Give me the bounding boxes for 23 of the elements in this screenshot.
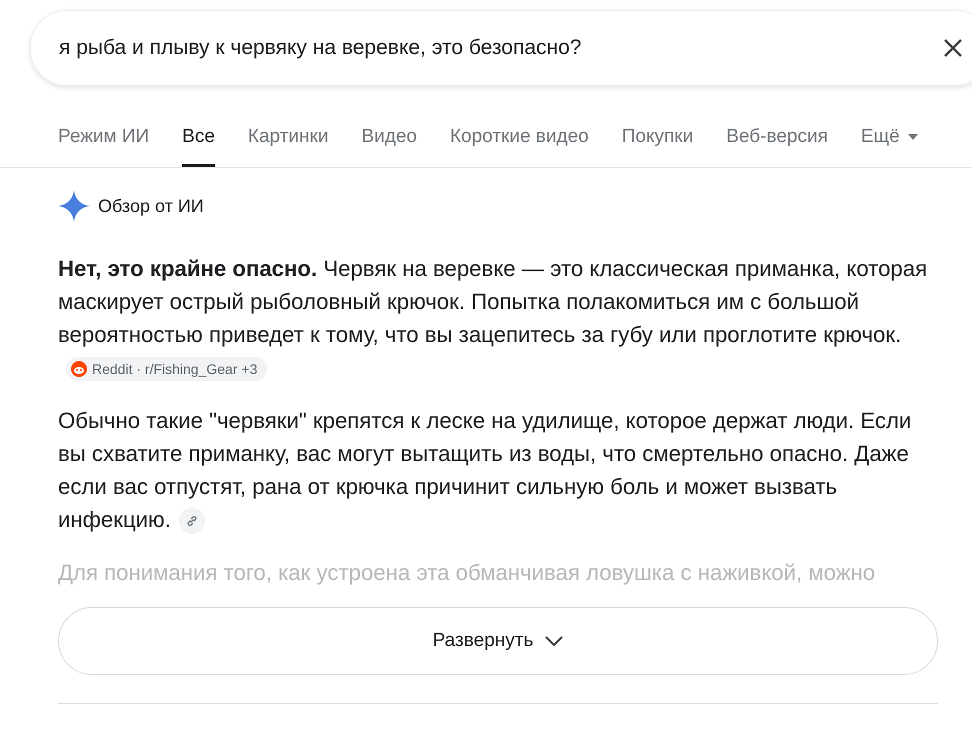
tab[interactable]: Короткие видео (450, 126, 589, 167)
tab[interactable]: Видео (361, 126, 417, 167)
sparkle-icon (58, 190, 90, 222)
link-button[interactable] (178, 508, 205, 534)
alien-icon (71, 361, 87, 378)
expand-button[interactable]: Развернуть (58, 607, 938, 675)
tab[interactable]: Ещё (860, 126, 918, 167)
tab[interactable]: Покупки (622, 126, 694, 167)
link-icon (186, 515, 198, 528)
tab[interactable]: Картинки (248, 126, 328, 167)
tab[interactable]: Все (182, 126, 215, 167)
search-bar[interactable]: я рыба и плыву к червяку на веревке, это безопасно? (30, 10, 972, 86)
search-field[interactable]: я рыба и плыву к червяку на веревке, это безопасно? (59, 36, 933, 60)
close-icon[interactable] (943, 38, 963, 58)
answer-paragraph: Нет, это крайне опасно. Червяк на веревке — это классическая приманка, которая маскирует острый рыболовный крючок. Попытка полакомиться им с большой вероятностью приведет к тому, что вы зацепитесь за губу или проглотите крючок. Reddit · r/Fishing_Gear +3 (58, 252, 942, 384)
caret-icon (908, 134, 918, 140)
chevron-down-icon (545, 636, 564, 646)
faded-paragraph: Для понимания того, как устроена эта обманчивая ловушка с наживкой, можно (58, 559, 876, 587)
tab[interactable]: Веб-версия (726, 126, 828, 167)
section-title: Обзор от ИИ (98, 196, 204, 216)
tab[interactable]: Режим ИИ (58, 126, 150, 167)
answer-paragraph: Обычно такие "червяки" крепятся к леске на удилище, которое держат люди. Если вы схватите приманку, вас могут вытащить из воды, что смертельно опасно. Даже если вас отпустят, рана от крючка причинит сильную боль и может вызвать инфекцию. (58, 404, 942, 536)
source-chip[interactable]: Reddit · r/Fishing_Gear +3 (66, 357, 268, 382)
